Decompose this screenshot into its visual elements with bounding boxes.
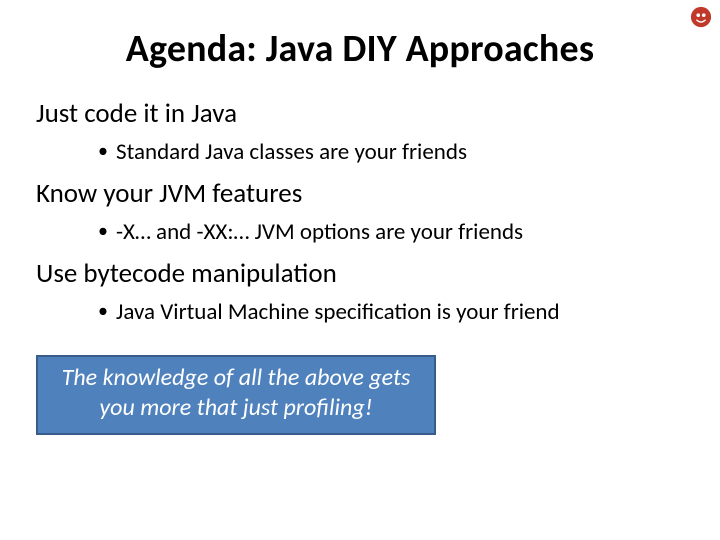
agenda-sub-item: • Standard Java classes are your friends <box>98 136 684 169</box>
bullet-icon: • <box>98 216 116 246</box>
bullet-icon: • <box>98 136 116 166</box>
devexperts-logo <box>690 6 712 28</box>
agenda-sub-list: • Java Virtual Machine specification is … <box>36 296 684 329</box>
agenda-item: Know your JVM features <box>36 176 684 212</box>
agenda-sub-item: • -X… and -XX:… JVM options are your fri… <box>98 216 684 249</box>
bullet-icon: • <box>98 296 116 326</box>
content-area: Just code it in Java • Standard Java cla… <box>0 96 720 329</box>
agenda-item: Just code it in Java <box>36 96 684 132</box>
agenda-item: Use bytecode manipulation <box>36 256 684 292</box>
callout-text: The knowledge of all the above gets you … <box>52 363 420 423</box>
agenda-sub-text: Java Virtual Machine specification is yo… <box>116 296 684 329</box>
slide: Agenda: Java DIY Approaches Just code it… <box>0 0 720 540</box>
agenda-sub-text: -X… and -XX:… JVM options are your frien… <box>116 216 684 249</box>
agenda-sub-item: • Java Virtual Machine specification is … <box>98 296 684 329</box>
callout-box: The knowledge of all the above gets you … <box>36 355 436 435</box>
agenda-sub-text: Standard Java classes are your friends <box>116 136 684 169</box>
slide-title: Agenda: Java DIY Approaches <box>0 0 720 90</box>
agenda-sub-list: • -X… and -XX:… JVM options are your fri… <box>36 216 684 249</box>
agenda-sub-list: • Standard Java classes are your friends <box>36 136 684 169</box>
